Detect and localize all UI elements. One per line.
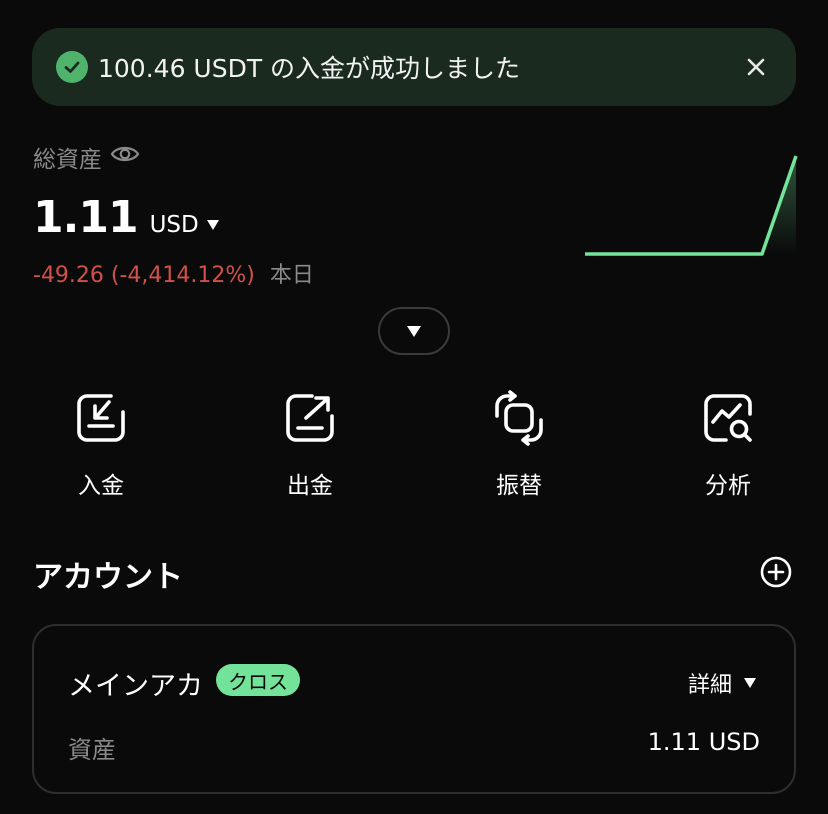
change-value: -49.26 (-4,414.12%) (33, 263, 255, 288)
caret-down-icon (206, 220, 219, 230)
balance-sparkline (585, 155, 798, 256)
withdraw-icon (286, 394, 334, 442)
analytics-button[interactable]: 分析 (658, 390, 798, 500)
deposit-icon (77, 394, 125, 442)
check-circle-icon (56, 51, 88, 83)
accounts-title: アカウント (33, 560, 183, 595)
details-label: 詳細 (687, 673, 732, 698)
eye-icon[interactable] (110, 144, 140, 170)
withdraw-label: 出金 (287, 473, 333, 499)
add-account-icon[interactable] (760, 556, 792, 588)
asset-value: 1.11 USD (647, 728, 760, 756)
account-type-badge: クロス (216, 664, 300, 696)
analytics-icon (704, 394, 752, 442)
balance-value: 1.11 (33, 192, 139, 243)
toast-message: 100.46 USDT の入金が成功しました (98, 54, 521, 83)
transfer-button[interactable]: 振替 (449, 390, 589, 500)
expand-button[interactable] (378, 307, 450, 355)
balance: 1.11 USD (33, 192, 219, 243)
currency-selector[interactable]: USD (150, 212, 219, 238)
analytics-label: 分析 (705, 473, 751, 499)
account-name: メインアカ (68, 671, 203, 702)
asset-label: 資産 (68, 736, 116, 764)
caret-down-icon (744, 678, 756, 688)
close-icon[interactable] (742, 53, 770, 81)
success-toast: 100.46 USDT の入金が成功しました (32, 28, 796, 106)
deposit-label: 入金 (78, 473, 124, 499)
currency-label: USD (149, 212, 199, 238)
transfer-label: 振替 (496, 473, 542, 499)
deposit-button[interactable]: 入金 (31, 390, 171, 500)
transfer-icon (495, 390, 543, 446)
change-period: 本日 (269, 263, 314, 288)
total-assets-label: 総資産 (33, 140, 140, 174)
daily-change: -49.26 (-4,414.12%) 本日 (33, 257, 314, 289)
total-assets-text: 総資産 (33, 147, 102, 173)
account-card[interactable]: メインアカ クロス 詳細 資産 1.11 USD (32, 624, 796, 794)
caret-down-icon (407, 325, 421, 337)
details-toggle[interactable]: 詳細 (688, 667, 756, 699)
withdraw-button[interactable]: 出金 (240, 390, 380, 500)
